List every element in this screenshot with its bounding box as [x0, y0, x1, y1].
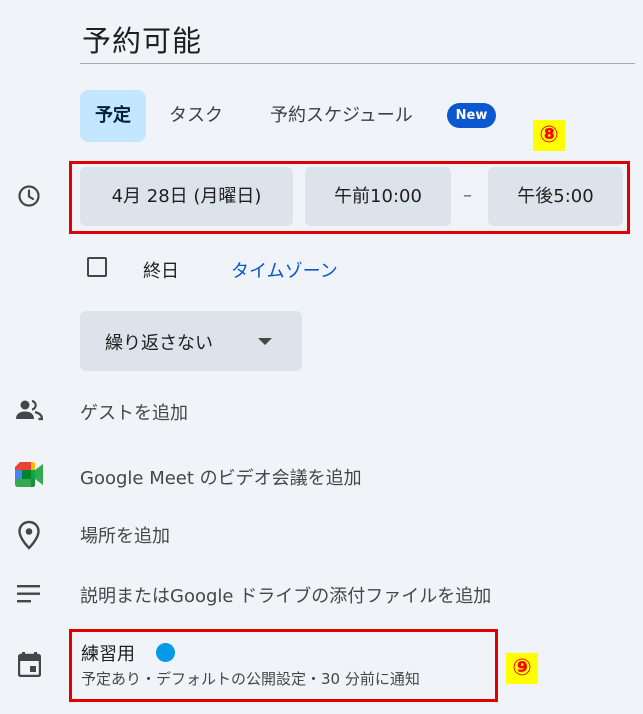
recurrence-dropdown[interactable]: 繰り返さない	[80, 311, 302, 371]
location-pin-icon	[18, 520, 40, 550]
event-title[interactable]: 予約可能	[82, 18, 202, 60]
add-description-row[interactable]: 説明またはGoogle ドライブの添付ファイルを追加	[80, 582, 491, 608]
highlight-box-time	[69, 161, 630, 234]
add-guests-row[interactable]: ゲストを追加	[80, 399, 188, 425]
all-day-checkbox[interactable]	[87, 257, 107, 277]
tab-task[interactable]: タスク	[169, 90, 223, 142]
calendar-icon	[18, 652, 41, 677]
chevron-down-icon	[258, 338, 272, 345]
recurrence-value: 繰り返さない	[105, 333, 213, 354]
new-badge: New	[447, 103, 496, 128]
highlight-box-calendar	[69, 629, 498, 702]
tab-event[interactable]: 予定	[80, 90, 146, 142]
timezone-link[interactable]: タイムゾーン	[231, 257, 338, 283]
add-location-row[interactable]: 場所を追加	[80, 522, 170, 548]
annotation-marker-9: ⑨	[506, 653, 538, 684]
add-meet-row[interactable]: Google Meet のビデオ会議を追加	[80, 464, 362, 490]
title-field[interactable]: 予約可能	[80, 0, 635, 64]
google-meet-icon	[15, 462, 43, 487]
annotation-marker-8: ⑧	[533, 120, 565, 151]
clock-icon	[18, 185, 40, 207]
notes-icon	[17, 585, 40, 603]
tab-appointment-schedule[interactable]: 予約スケジュール	[270, 90, 413, 142]
people-icon	[16, 399, 43, 421]
all-day-label: 終日	[143, 261, 179, 282]
